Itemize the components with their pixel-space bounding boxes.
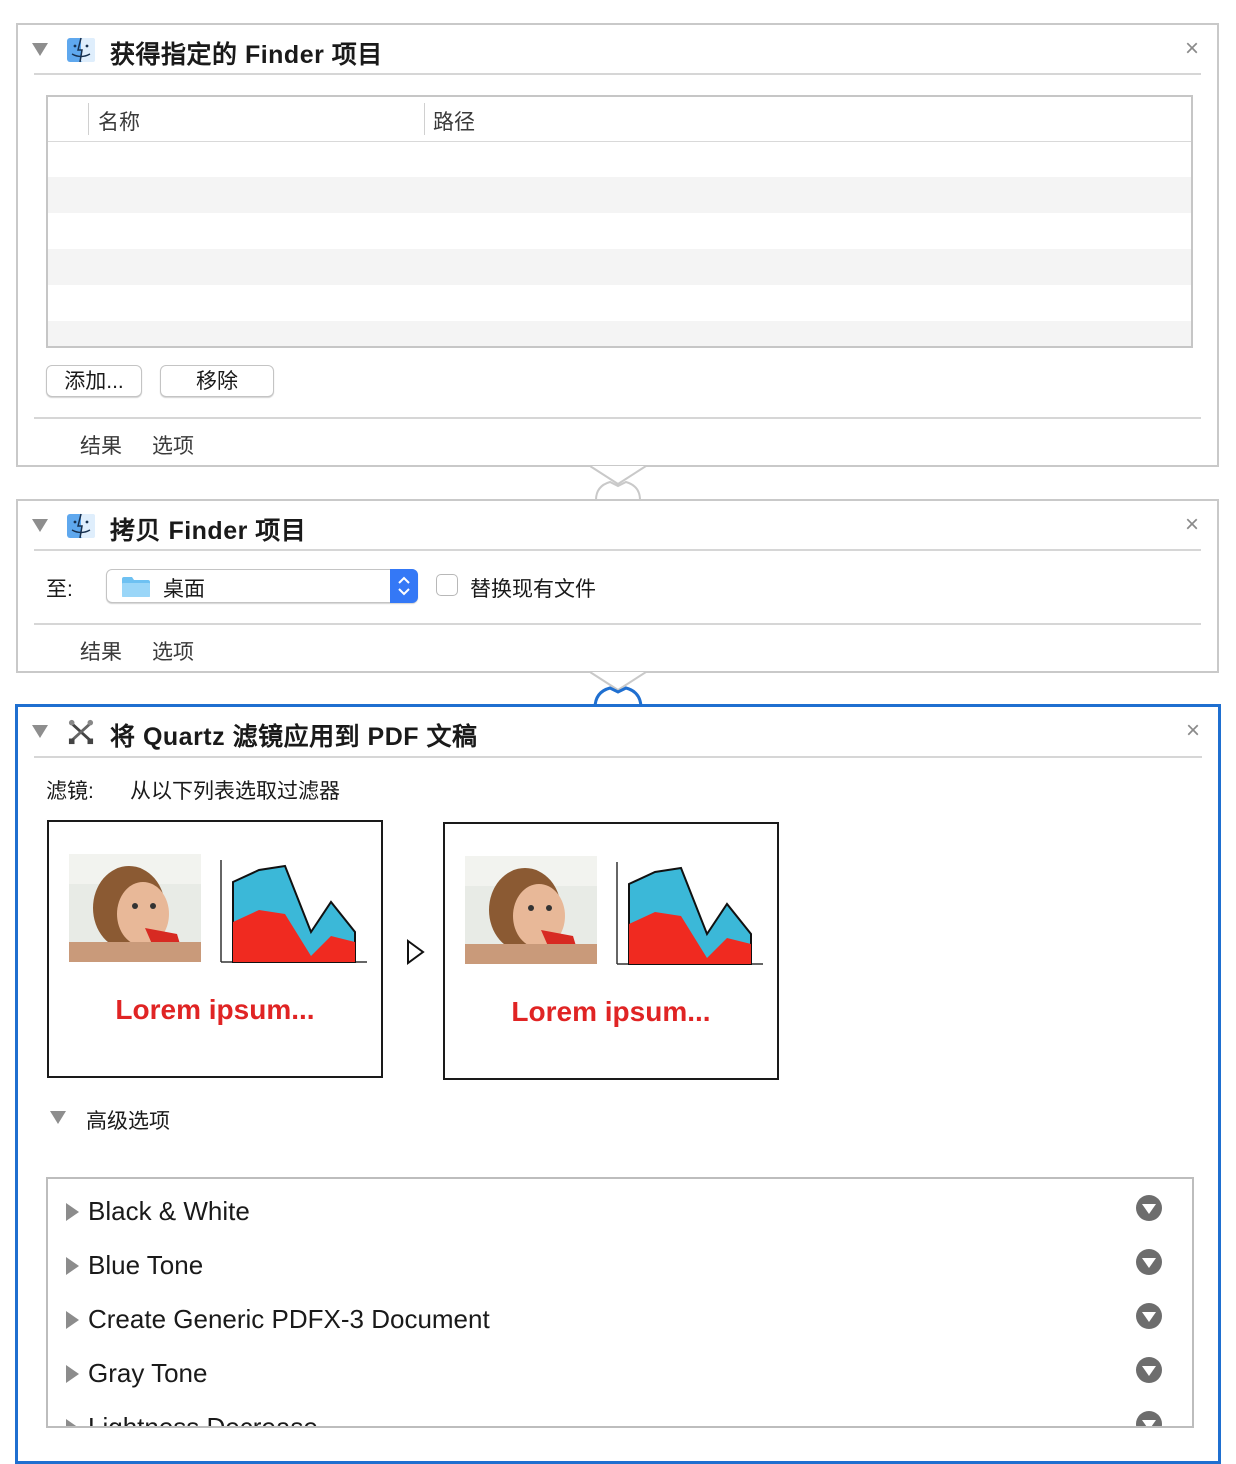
dropdown-circle-icon[interactable] (1136, 1249, 1162, 1275)
action-connector (590, 671, 647, 708)
replace-existing-checkbox[interactable] (436, 574, 458, 596)
close-icon[interactable]: × (1185, 37, 1199, 61)
list-item[interactable]: Blue Tone (48, 1245, 1192, 1299)
expand-triangle-icon[interactable] (66, 1311, 79, 1329)
list-item[interactable]: Create Generic PDFX-3 Document (48, 1299, 1192, 1353)
filter-name: Create Generic PDFX-3 Document (88, 1304, 490, 1334)
column-header-path[interactable]: 路径 (433, 106, 475, 136)
preview-caption: Lorem ipsum... (115, 994, 315, 1025)
panel-header: 将 Quartz 滤镜应用到 PDF 文稿 × (18, 707, 1218, 757)
get-finder-items-panel: 获得指定的 Finder 项目 × 名称 路径 添加... 移除 结果 选项 (16, 23, 1219, 467)
column-header-name[interactable]: 名称 (98, 106, 140, 136)
panel-header: 拷贝 Finder 项目 × (18, 501, 1217, 551)
panel-title: 拷贝 Finder 项目 (110, 517, 307, 545)
advanced-disclosure-icon[interactable] (50, 1111, 66, 1124)
divider (34, 623, 1201, 625)
replace-existing-label: 替换现有文件 (470, 578, 596, 601)
divider (34, 73, 1201, 75)
popup-stepper-icon[interactable] (390, 569, 418, 603)
list-item[interactable]: Gray Tone (48, 1353, 1192, 1407)
copy-finder-items-panel: 拷贝 Finder 项目 × 至: 桌面 替换现有文件 结果 选项 (16, 499, 1219, 673)
filter-list[interactable]: Black & White Blue Tone Create Generic P… (46, 1177, 1194, 1428)
finder-icon (67, 37, 95, 63)
table-row[interactable] (48, 321, 1191, 346)
panel-title: 获得指定的 Finder 项目 (110, 41, 383, 69)
column-divider[interactable] (424, 103, 425, 135)
dropdown-circle-icon[interactable] (1136, 1303, 1162, 1329)
expand-triangle-icon[interactable] (66, 1365, 79, 1383)
divider (34, 549, 1201, 551)
action-connector (590, 465, 647, 501)
tab-results[interactable]: 结果 (80, 641, 122, 664)
tools-icon (68, 719, 94, 745)
table-row[interactable] (48, 177, 1191, 213)
tab-options[interactable]: 选项 (152, 641, 194, 664)
destination-popup[interactable]: 桌面 (106, 569, 418, 603)
panel-tabs: 结果 选项 (80, 430, 224, 460)
filter-label: 滤镜: (46, 780, 94, 803)
filter-name: Black & White (88, 1196, 250, 1226)
table-row[interactable] (48, 285, 1191, 321)
expand-triangle-icon[interactable] (66, 1203, 79, 1221)
filter-name: Lightness Decrease (88, 1412, 318, 1428)
filter-hint: 从以下列表选取过滤器 (130, 780, 340, 803)
table-row[interactable] (48, 249, 1191, 285)
destination-label: 至: (46, 578, 73, 601)
collapse-triangle-icon[interactable] (32, 725, 48, 738)
dropdown-circle-icon[interactable] (1136, 1357, 1162, 1383)
expand-triangle-icon[interactable] (66, 1257, 79, 1275)
preview-image (465, 856, 763, 965)
list-item[interactable]: Lightness Decrease (48, 1407, 1192, 1428)
expand-triangle-icon[interactable] (66, 1419, 79, 1426)
dropdown-circle-icon[interactable] (1136, 1411, 1162, 1426)
divider (34, 756, 1202, 758)
table-header: 名称 路径 (48, 97, 1191, 142)
collapse-triangle-icon[interactable] (32, 43, 48, 56)
preview-caption: Lorem ipsum... (511, 996, 711, 1027)
folder-icon (122, 577, 150, 597)
divider (34, 417, 1201, 419)
preview-image (69, 854, 367, 963)
remove-button[interactable]: 移除 (160, 365, 274, 397)
arrow-right-icon (407, 939, 425, 965)
column-divider (88, 103, 89, 135)
close-icon[interactable]: × (1185, 513, 1199, 537)
preview-before: Lorem ipsum... (47, 820, 383, 1078)
finder-items-table[interactable]: 名称 路径 (46, 95, 1193, 348)
quartz-filter-panel: 将 Quartz 滤镜应用到 PDF 文稿 × 滤镜: 从以下列表选取过滤器 L… (15, 704, 1221, 1464)
destination-value: 桌面 (163, 578, 205, 601)
advanced-options-label[interactable]: 高级选项 (86, 1105, 170, 1135)
panel-header: 获得指定的 Finder 项目 × (18, 25, 1217, 75)
tab-results[interactable]: 结果 (80, 435, 122, 458)
add-button[interactable]: 添加... (46, 365, 142, 397)
tab-options[interactable]: 选项 (152, 435, 194, 458)
preview-after: Lorem ipsum... (443, 822, 779, 1080)
dropdown-circle-icon[interactable] (1136, 1195, 1162, 1221)
list-item[interactable]: Black & White (48, 1191, 1192, 1245)
table-row[interactable] (48, 141, 1191, 177)
collapse-triangle-icon[interactable] (32, 519, 48, 532)
panel-title: 将 Quartz 滤镜应用到 PDF 文稿 (110, 723, 478, 751)
filter-name: Gray Tone (88, 1358, 208, 1388)
filter-name: Blue Tone (88, 1250, 204, 1280)
close-icon[interactable]: × (1186, 719, 1200, 743)
panel-tabs: 结果 选项 (80, 636, 224, 666)
finder-icon (67, 513, 95, 539)
table-row[interactable] (48, 213, 1191, 249)
